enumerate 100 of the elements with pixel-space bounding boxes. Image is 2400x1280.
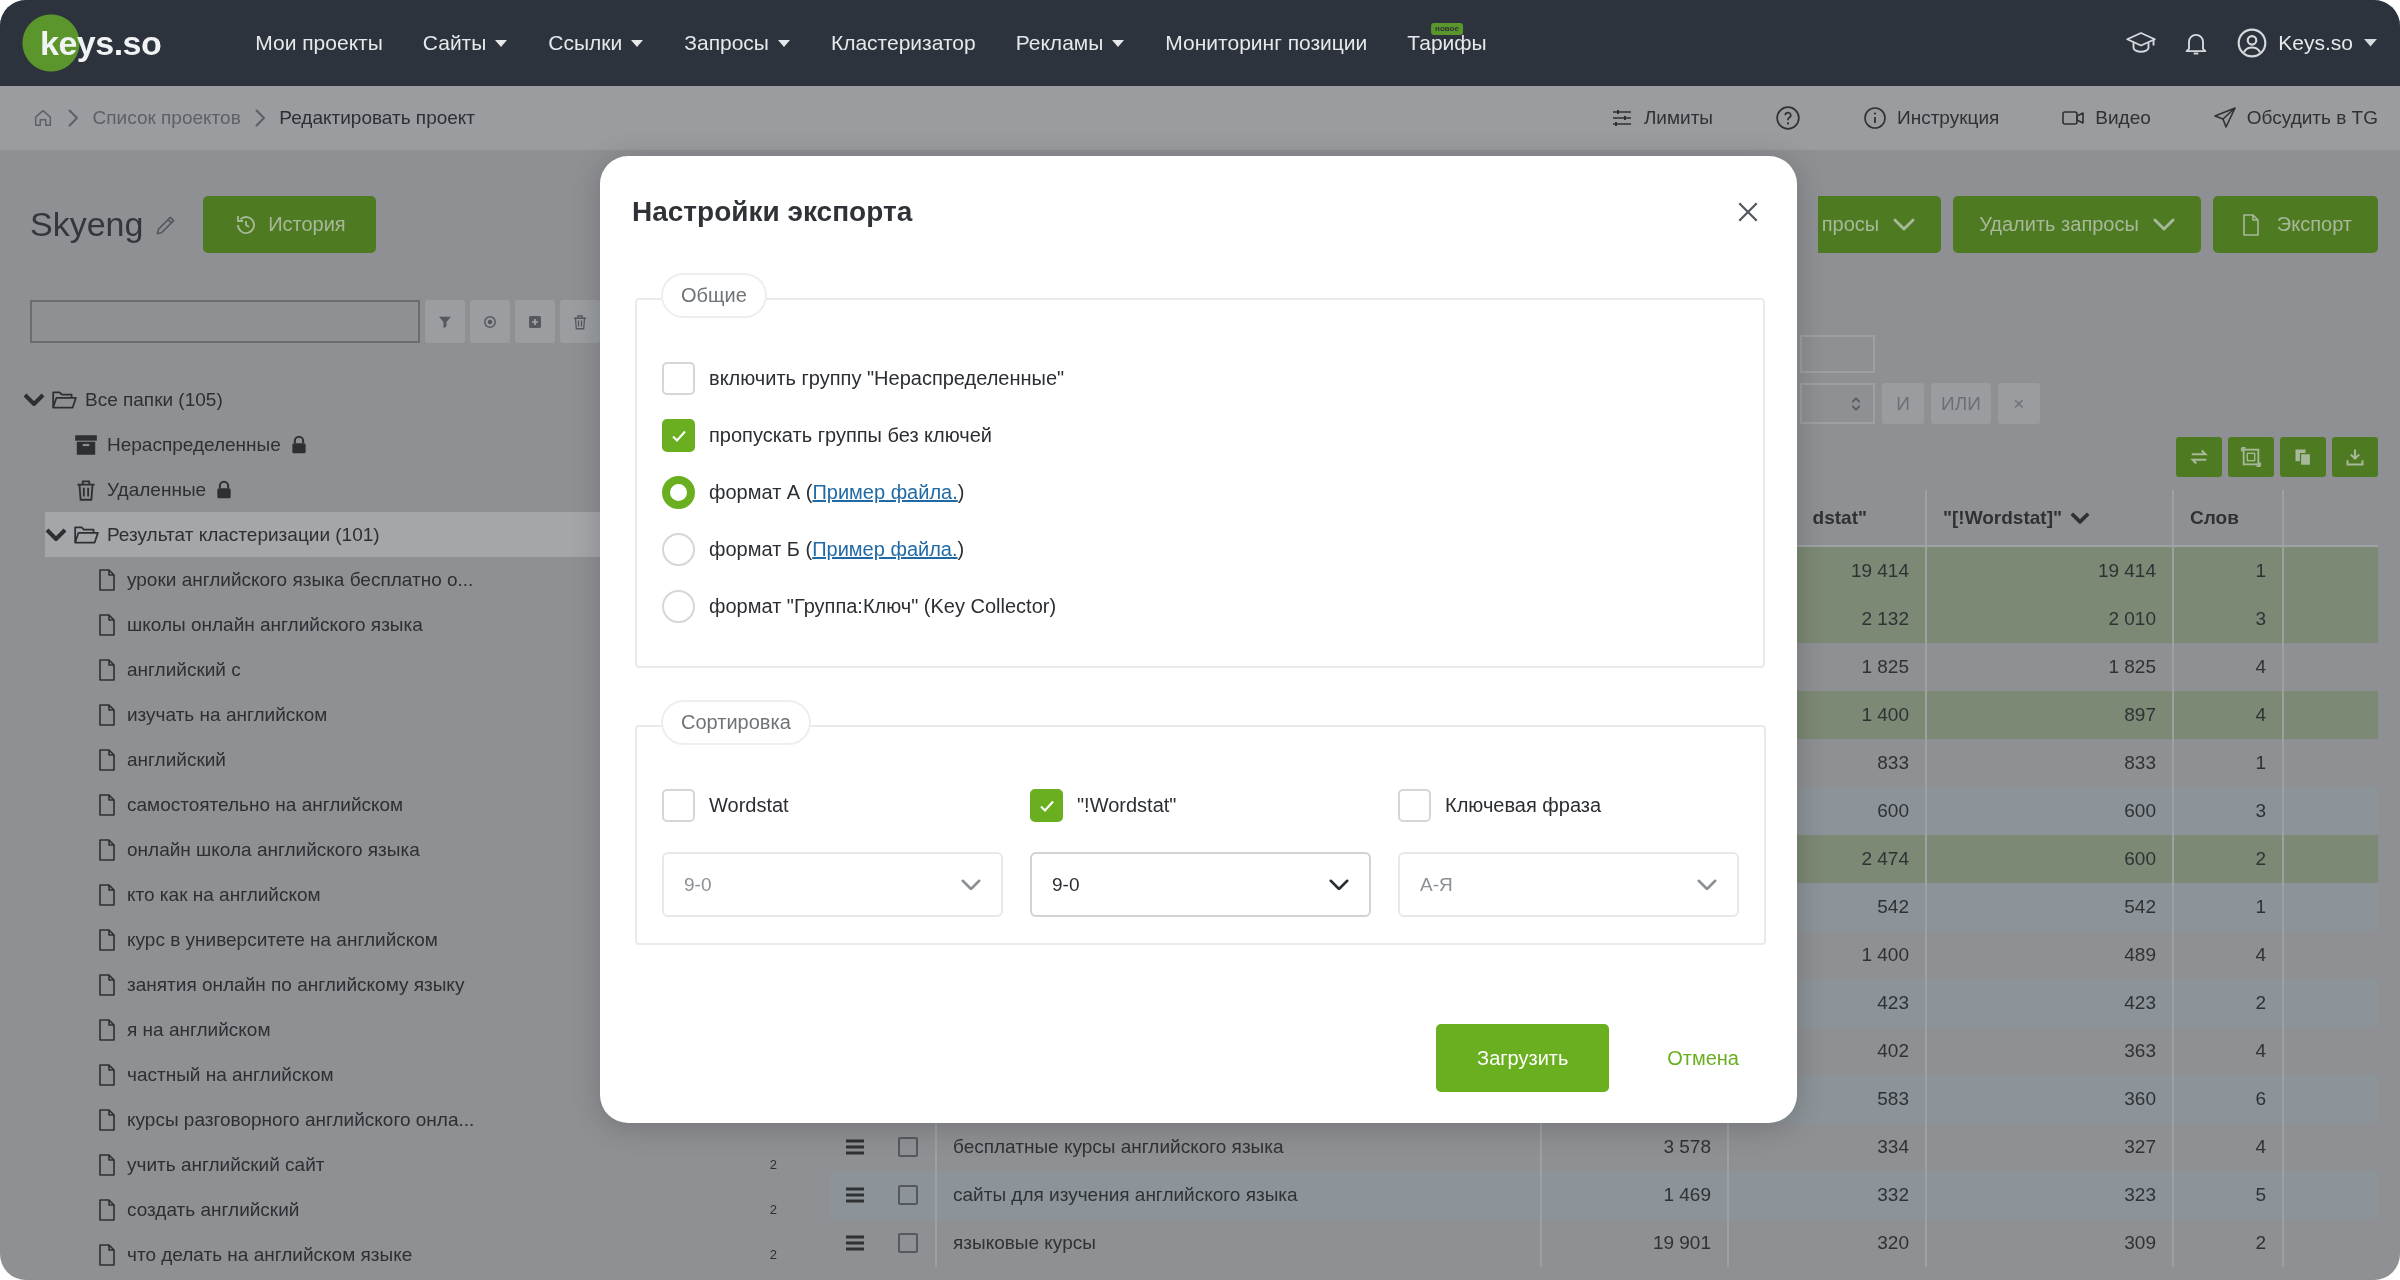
tree-item[interactable]: кто как на английском (127, 883, 321, 906)
checkbox[interactable] (662, 419, 695, 452)
option-label: формат "Группа:Ключ" (Key Collector) (709, 595, 1057, 618)
table-cell: сайты для изучения английского языка (953, 1184, 1298, 1206)
option-label: Ключевая фраза (1445, 794, 1602, 817)
tree-item[interactable]: Нераспределенные (107, 433, 281, 456)
checkbox[interactable] (662, 362, 695, 395)
search-field[interactable] (30, 300, 420, 343)
table-cell: 1 (2255, 560, 2266, 582)
expand-toggle[interactable] (23, 392, 45, 407)
table-cell: 583 (1877, 1088, 1909, 1110)
column-header[interactable]: dstat" (1812, 506, 1867, 529)
tree-item[interactable]: частный на английском (127, 1063, 334, 1086)
frame-button[interactable] (2228, 437, 2274, 477)
download-button[interactable]: Загрузить (1436, 1024, 1610, 1092)
tree-item[interactable]: курс в университете на английском (127, 928, 438, 951)
column-header[interactable]: Слов (2190, 506, 2239, 529)
user-avatar-icon (2236, 27, 2269, 59)
sort-select[interactable]: 9-0 (1030, 852, 1371, 917)
nav-link[interactable]: Ссылки (528, 13, 665, 73)
nav-link[interactable]: Тарифы новое (1387, 13, 1507, 73)
table-cell: 309 (2124, 1232, 2156, 1254)
item-count: 2 (769, 1247, 777, 1262)
option-label: формат Б (Пример файла.) (709, 538, 965, 561)
user-name[interactable]: Keys.so (2278, 31, 2353, 55)
number-field[interactable] (1800, 383, 1875, 424)
tree-item[interactable]: самостоятельно на английском (127, 793, 404, 816)
export-button[interactable]: Экспорт (2212, 196, 2378, 253)
tree-item[interactable]: Все папки (105) (85, 388, 223, 411)
nav-link[interactable]: Мои проекты (235, 13, 403, 73)
toolbar-link[interactable]: Видео (2061, 106, 2151, 130)
example-file-link[interactable]: Пример файла. (812, 538, 958, 560)
chevron-down-icon (961, 878, 981, 891)
tree-item[interactable]: учить английский сайт (127, 1153, 325, 1176)
copy-icon (2293, 447, 2313, 467)
tree-item[interactable]: занятия онлайн по английскому языку (127, 973, 465, 996)
radio-button[interactable] (662, 590, 695, 623)
option-label: Wordstat (709, 794, 789, 817)
expand-toggle[interactable] (45, 527, 67, 542)
dropdown-button[interactable]: Удалить запросы (1953, 196, 2201, 253)
table-cell: 320 (1877, 1232, 1909, 1254)
send-icon (2212, 106, 2237, 130)
new-badge: новое (1431, 23, 1463, 35)
row-checkbox[interactable] (897, 1185, 918, 1205)
table-cell: 19 414 (2097, 560, 2156, 582)
table-cell: 4 (2255, 656, 2266, 678)
tree-item[interactable]: создать английский (127, 1198, 300, 1221)
filter-button[interactable] (425, 300, 465, 343)
table-cell: 897 (2124, 704, 2156, 726)
tree-item[interactable]: школы онлайн английского языка (127, 613, 423, 636)
table-cell: 2 (2255, 848, 2266, 870)
column-header[interactable]: "[!Wordstat]" (1943, 506, 2062, 529)
chevron-down-icon (1697, 878, 1717, 891)
tree-item[interactable]: английский с (127, 658, 241, 681)
copy-button[interactable] (2280, 437, 2326, 477)
download-button[interactable] (2332, 437, 2378, 477)
table-cell: 334 (1877, 1136, 1909, 1158)
trash-icon (571, 312, 589, 331)
row-checkbox[interactable] (897, 1233, 918, 1253)
option-label: включить группу "Нераспределенные" (709, 367, 1065, 390)
toolbar-link[interactable]: Лимиты (1609, 106, 1713, 130)
table-cell: 423 (2124, 992, 2156, 1014)
row-checkbox[interactable] (897, 1137, 918, 1157)
nav-link[interactable]: Рекламы (995, 13, 1146, 73)
tree-item[interactable]: изучать на английском (127, 703, 328, 726)
delete-button[interactable] (560, 300, 600, 343)
tree-item[interactable]: курсы разговорного английского онла... (127, 1108, 475, 1131)
item-count: 2 (769, 1157, 777, 1172)
nav-link[interactable]: Запросы (664, 13, 811, 73)
info-icon (1863, 106, 1887, 130)
toolbar-link[interactable]: Инструкция (1863, 106, 2000, 130)
example-file-link[interactable]: Пример файла. (812, 481, 958, 503)
history-button[interactable]: История (203, 196, 377, 253)
table-cell: 3 (2255, 800, 2266, 822)
radio-button[interactable] (662, 533, 695, 566)
breadcrumb-link[interactable]: Список проектов (92, 107, 241, 129)
target-button[interactable] (470, 300, 510, 343)
tree-item[interactable]: Результат кластеризации (101) (107, 523, 380, 546)
nav-link[interactable]: Сайты (402, 13, 529, 73)
tree-item[interactable]: английский (127, 748, 226, 771)
dropdown-button[interactable]: просы (1817, 196, 1942, 253)
checkbox[interactable] (1030, 789, 1063, 822)
tree-item[interactable]: Удаленные (107, 478, 207, 501)
radio-button[interactable] (662, 476, 695, 509)
tree-item[interactable]: что делать на английском языке (127, 1243, 413, 1266)
help-button[interactable] (1775, 105, 1801, 131)
add-button[interactable] (515, 300, 555, 343)
tree-item[interactable]: онлайн школа английского языка (127, 838, 420, 861)
table-cell: 600 (2124, 800, 2156, 822)
table-cell: 600 (1877, 800, 1909, 822)
tree-item[interactable]: я на английском (127, 1018, 271, 1041)
tree-item[interactable]: уроки английского языка бесплатно о... (127, 568, 474, 591)
dialog-title: Настройки экспорта (632, 196, 913, 228)
input-field[interactable] (1800, 335, 1875, 373)
table-cell: языковые курсы (953, 1232, 1096, 1254)
nav-link[interactable]: Мониторинг позиции (1145, 13, 1388, 73)
nav-link[interactable]: Кластеризатор (810, 13, 996, 73)
toolbar-link[interactable]: Обсудить в TG (2212, 106, 2378, 130)
cancel-link[interactable]: Отмена (1643, 1046, 1763, 1070)
swap-button[interactable] (2176, 437, 2222, 477)
